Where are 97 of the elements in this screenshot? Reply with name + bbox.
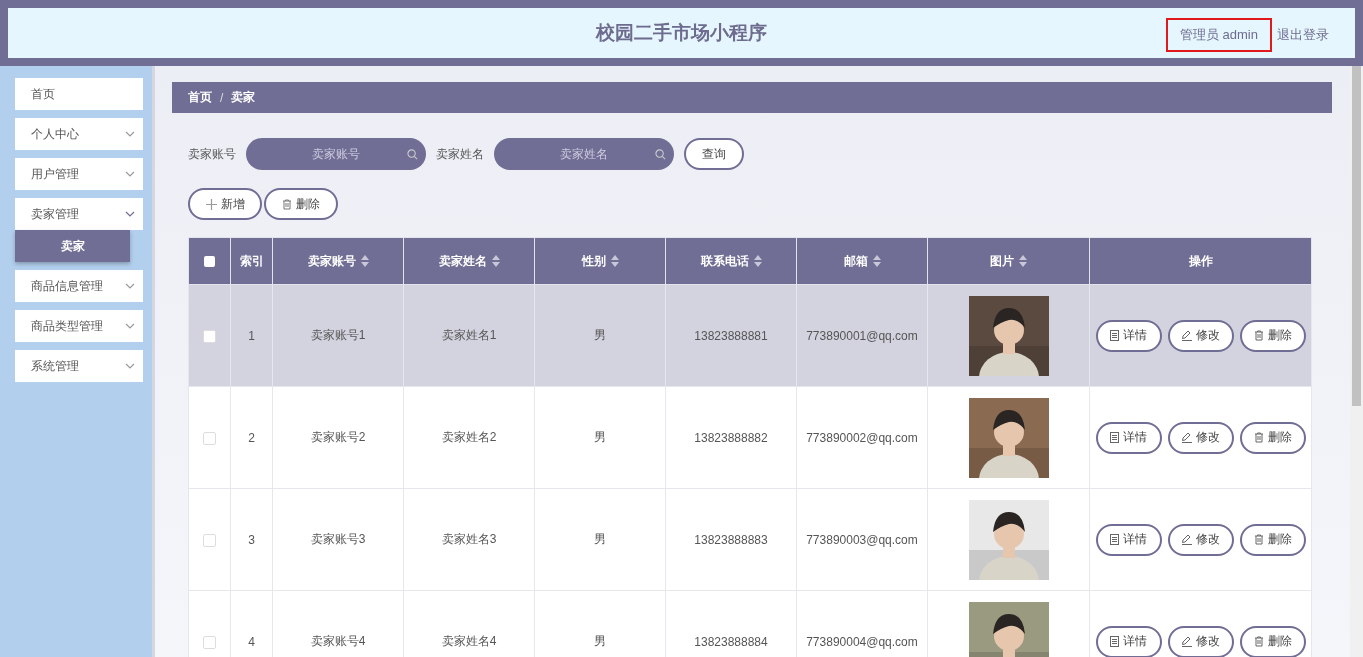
detail-button[interactable]: 详情: [1095, 319, 1162, 352]
document-icon: [1110, 534, 1119, 545]
table-cell: 773890001@qq.com: [806, 328, 918, 343]
table-cell: 2: [248, 430, 255, 445]
row-checkbox[interactable]: [203, 635, 216, 649]
table-cell: 男: [594, 532, 606, 546]
table-cell: 13823888881: [694, 328, 768, 343]
pencil-icon: [1181, 432, 1192, 443]
plus-icon: [205, 198, 217, 210]
table-cell: 卖家姓名1: [441, 328, 497, 342]
delete-button[interactable]: 删除: [264, 188, 338, 220]
search-icon: [655, 148, 666, 160]
document-icon: [1110, 432, 1119, 443]
table-cell: 13823888882: [694, 430, 768, 445]
row-checkbox[interactable]: [203, 533, 216, 547]
edit-button[interactable]: 修改: [1167, 421, 1234, 454]
sortable-column-header[interactable]: 卖家姓名: [438, 252, 500, 270]
edit-button[interactable]: 修改: [1167, 625, 1234, 657]
pencil-icon: [1181, 330, 1192, 341]
column-header: 索引: [239, 252, 264, 270]
sort-icon[interactable]: [872, 255, 881, 267]
trash-icon: [1253, 330, 1264, 341]
pencil-icon: [1181, 636, 1192, 647]
edit-button[interactable]: 修改: [1167, 523, 1234, 556]
sort-icon[interactable]: [753, 255, 762, 267]
table-cell: 773890003@qq.com: [806, 532, 918, 547]
delete-button[interactable]: 删除: [1239, 523, 1306, 556]
row-checkbox[interactable]: [203, 329, 216, 343]
breadcrumb-item[interactable]: 卖家: [231, 89, 256, 106]
table-cell: 卖家账号3: [310, 532, 366, 546]
detail-button[interactable]: 详情: [1095, 625, 1162, 657]
table-cell: 男: [594, 328, 606, 342]
table-cell: 773890004@qq.com: [806, 634, 918, 649]
sortable-column-header[interactable]: 性别: [581, 252, 619, 270]
table-row[interactable]: 3 卖家账号3 卖家姓名3 男 13823888883 773890003@qq.com 详情 修改 删除: [188, 488, 1312, 591]
table-cell: 卖家姓名4: [441, 634, 497, 648]
table-row[interactable]: 4 卖家账号4 卖家姓名4 男 13823888884 773890004@qq.com 详情 修改 删除: [188, 590, 1312, 657]
select-all-checkbox[interactable]: [204, 256, 215, 268]
table-cell: 卖家账号4: [310, 634, 366, 648]
edit-button[interactable]: 修改: [1167, 319, 1234, 352]
table-cell: 773890002@qq.com: [806, 430, 918, 445]
delete-button[interactable]: 删除: [1239, 421, 1306, 454]
trash-icon: [1253, 636, 1264, 647]
table-cell: 13823888884: [694, 634, 768, 649]
sidebar-item[interactable]: 个人中心: [15, 118, 143, 150]
logout-link[interactable]: 退出登录: [1277, 26, 1329, 44]
table-cell: 卖家账号1: [310, 328, 366, 342]
search-icon: [407, 148, 418, 160]
app-title: 校园二手市场小程序: [596, 21, 767, 45]
trash-icon: [1253, 432, 1264, 443]
table-cell: 卖家姓名2: [441, 430, 497, 444]
document-icon: [1110, 330, 1119, 341]
sort-icon[interactable]: [360, 255, 369, 267]
sortable-column-header[interactable]: 联系电话: [700, 252, 762, 270]
sortable-column-header[interactable]: 图片: [990, 252, 1027, 270]
table-cell: 男: [594, 634, 606, 648]
sortable-column-header[interactable]: 卖家账号: [307, 252, 369, 270]
admin-user-label: 管理员 admin: [1165, 18, 1272, 52]
breadcrumb-separator: /: [220, 90, 224, 105]
table-cell: 男: [594, 430, 606, 444]
breadcrumb-item[interactable]: 首页: [188, 89, 212, 106]
detail-button[interactable]: 详情: [1095, 523, 1162, 556]
sidebar-item[interactable]: 商品信息管理: [15, 270, 143, 302]
search-field[interactable]: 卖家姓名: [494, 138, 674, 170]
trash-icon: [1253, 534, 1264, 545]
sidebar-item[interactable]: 卖家管理: [15, 198, 143, 230]
sortable-column-header[interactable]: 邮箱: [843, 252, 881, 270]
row-checkbox[interactable]: [203, 431, 216, 445]
trash-icon: [282, 198, 292, 210]
column-header: 操作: [1188, 252, 1213, 270]
table-cell: 4: [248, 634, 255, 649]
pencil-icon: [1181, 534, 1192, 545]
scrollbar[interactable]: [1350, 66, 1363, 657]
sidebar-item[interactable]: 首页: [15, 78, 143, 110]
delete-button[interactable]: 删除: [1239, 319, 1306, 352]
sidebar-item[interactable]: 商品类型管理: [15, 310, 143, 342]
sort-icon[interactable]: [491, 255, 500, 267]
sidebar-subitem[interactable]: 卖家: [15, 230, 130, 262]
field-label: 卖家账号: [188, 145, 236, 163]
table-cell: 卖家账号2: [310, 430, 366, 444]
sidebar-item[interactable]: 用户管理: [15, 158, 143, 190]
table-cell: 卖家姓名3: [441, 532, 497, 546]
search-field[interactable]: 卖家账号: [246, 138, 426, 170]
table-row[interactable]: 1 卖家账号1 卖家姓名1 男 13823888881 773890001@qq.com 详情 修改 删除: [188, 284, 1312, 387]
delete-button[interactable]: 删除: [1239, 625, 1306, 657]
document-icon: [1110, 636, 1119, 647]
field-label: 卖家姓名: [436, 145, 484, 163]
sidebar-item[interactable]: 系统管理: [15, 350, 143, 382]
query-button[interactable]: 查询: [684, 138, 744, 170]
table-cell: 3: [248, 532, 255, 547]
sort-icon[interactable]: [610, 255, 619, 267]
add-button[interactable]: 新增: [188, 188, 262, 220]
sort-icon[interactable]: [1019, 255, 1027, 267]
table-cell: 13823888883: [694, 532, 768, 547]
table-cell: 1: [248, 328, 255, 343]
table-row[interactable]: 2 卖家账号2 卖家姓名2 男 13823888882 773890002@qq.com 详情 修改 删除: [188, 386, 1312, 489]
detail-button[interactable]: 详情: [1095, 421, 1162, 454]
